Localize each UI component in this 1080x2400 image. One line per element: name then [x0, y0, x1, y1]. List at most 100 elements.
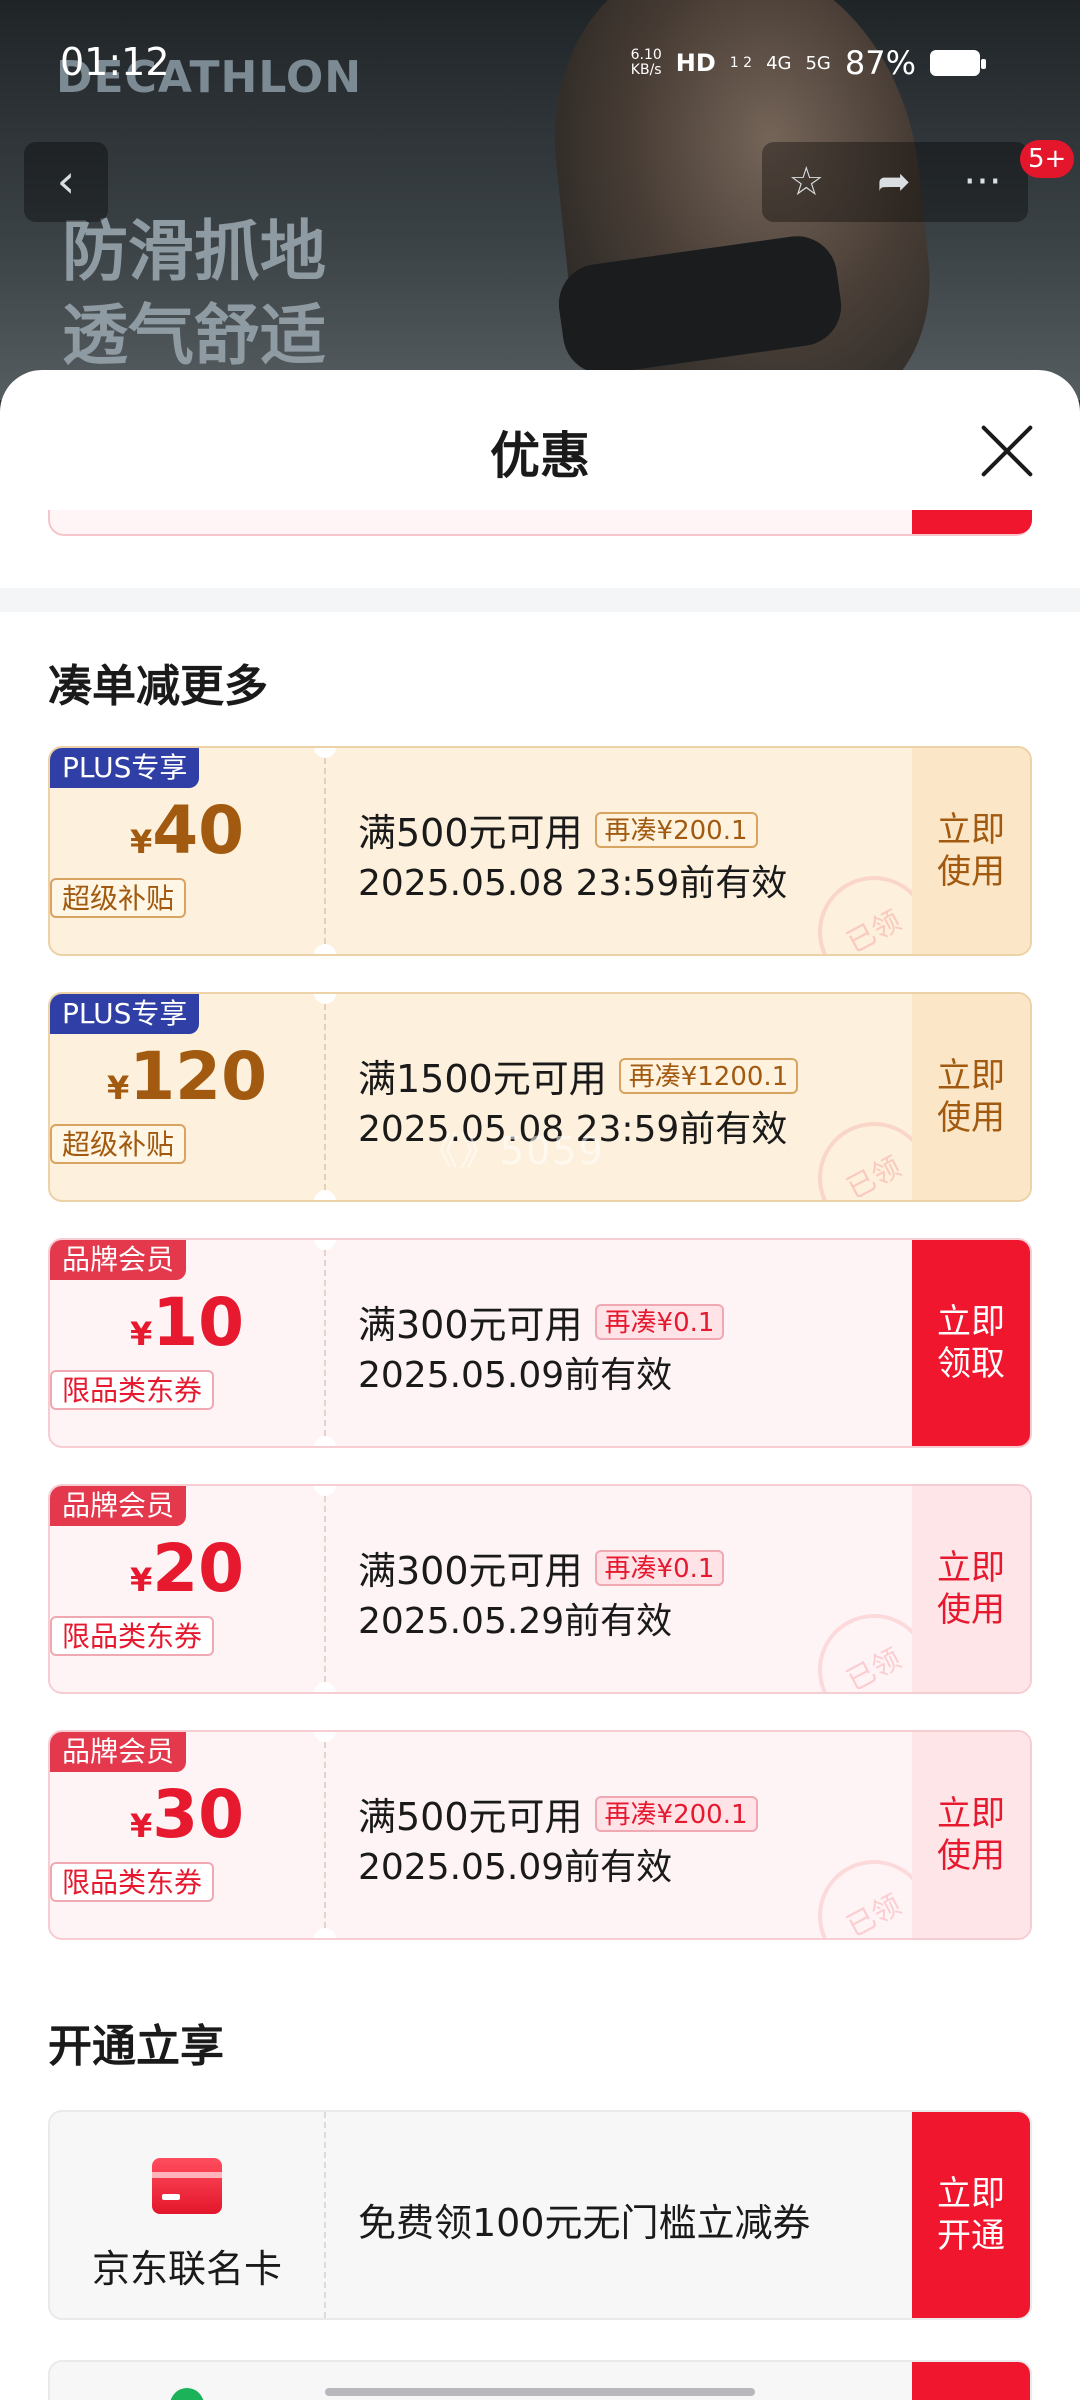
currency-symbol: ¥: [106, 1069, 130, 1107]
condition-text: 满500元可用: [358, 1795, 583, 1839]
action-label: 立即 使用: [937, 1794, 1005, 1876]
battery-icon: [930, 50, 986, 76]
coupon-notch: [314, 1486, 336, 1496]
coupon-card: PLUS专享 ¥40 超级补贴 满500元可用 再凑¥200.1 2025.05.…: [48, 746, 1032, 956]
battery-percent: 87%: [844, 44, 916, 82]
coupon-tag: PLUS专享: [50, 748, 200, 788]
discount-sheet: 优惠 凑单减更多 PLUS专享 ¥40 超级补贴 满500元可用 再凑¥200.1…: [0, 370, 1080, 2400]
action-label: 立即 使用: [937, 1548, 1005, 1630]
coupon-separator: [324, 994, 326, 1200]
signal-4g-icon: 4G: [766, 52, 792, 74]
coupon-notch: [314, 944, 336, 954]
hd-icon: HD: [675, 49, 716, 77]
needed-amount-badge: 再凑¥0.1: [594, 1303, 725, 1340]
coupon-card: 品牌会员 ¥30 限品类东券 满500元可用 再凑¥200.1 2025.05.0…: [48, 1730, 1032, 1940]
coupon-value: 30: [152, 1776, 245, 1853]
claim-now-button[interactable]: 立即 领取: [912, 1240, 1030, 1446]
coupon-validity: 2025.05.29前有效: [358, 1601, 673, 1642]
coupon-value: 120: [129, 1038, 268, 1115]
action-label: 立即 开通: [937, 2174, 1005, 2256]
top-actions: ☆ ➦ ···: [762, 142, 1028, 222]
coupon-card-partial: [48, 510, 1032, 536]
sheet-title: 优惠: [490, 427, 590, 485]
use-now-button[interactable]: 立即 使用: [912, 994, 1030, 1200]
section-title-more: 凑单减更多: [48, 661, 268, 712]
signal-5g-icon: 5G: [805, 52, 831, 74]
coupon-tag: 品牌会员: [50, 1486, 187, 1526]
currency-symbol: ¥: [129, 1561, 153, 1599]
close-button[interactable]: [978, 422, 1036, 480]
coupon-amount: ¥20: [50, 1530, 324, 1607]
action-label: 立即 领取: [937, 1302, 1005, 1384]
coupon-tag: PLUS专享: [50, 994, 200, 1034]
needed-amount-badge: 再凑¥1200.1: [618, 1057, 799, 1094]
coupon-condition: 满500元可用 再凑¥200.1: [358, 1786, 758, 1841]
condition-text: 满1500元可用: [358, 1057, 607, 1101]
coupon-condition: 满1500元可用 再凑¥1200.1: [358, 1048, 799, 1103]
status-bar: 01:12 6.10 KB/s HD 1 2 4G 5G 87%: [0, 0, 1080, 120]
condition-text: 满300元可用: [358, 1303, 583, 1347]
coupon-value: 10: [152, 1284, 245, 1361]
coupon-condition: 满300元可用 再凑¥0.1: [358, 1294, 725, 1349]
coupon-validity: 2025.05.09前有效: [358, 1847, 673, 1888]
share-icon[interactable]: ➦: [877, 159, 911, 205]
coupon-notch: [314, 1928, 336, 1938]
open-card-offer: 京东联名卡 免费领100元无门槛立减券 立即 开通: [48, 2110, 1032, 2320]
open-now-button[interactable]: 立即 开通: [912, 2112, 1030, 2318]
coupon-tag: 品牌会员: [50, 1240, 187, 1280]
network-speed-unit: KB/s: [630, 62, 662, 78]
coupon-value: 20: [152, 1530, 245, 1607]
needed-amount-badge: 再凑¥0.1: [594, 1549, 725, 1586]
favorite-icon[interactable]: ☆: [788, 159, 824, 205]
coupon-subtype: 超级补贴: [50, 1124, 187, 1164]
partial-action-button[interactable]: [912, 510, 1032, 534]
action-label: 立即 使用: [937, 810, 1005, 892]
coupon-notch: [314, 1190, 336, 1200]
slogan-line-2: 透气舒适: [62, 297, 326, 374]
coupon-condition: 满500元可用 再凑¥200.1: [358, 802, 758, 857]
home-indicator[interactable]: [325, 2388, 755, 2396]
coupon-separator: [324, 1486, 326, 1692]
coupon-separator: [324, 1240, 326, 1446]
coupon-notch: [314, 748, 336, 758]
coupon-separator: [324, 748, 326, 954]
network-speed-value: 6.10: [630, 47, 662, 63]
use-now-button[interactable]: 立即 使用: [912, 1486, 1030, 1692]
coupon-condition: 满300元可用 再凑¥0.1: [358, 1540, 725, 1595]
coupon-notch: [314, 1240, 336, 1250]
hd-sub: 1 2: [729, 55, 753, 71]
coupon-notch: [314, 994, 336, 1004]
message-badge: 5+: [1020, 140, 1075, 178]
use-now-button[interactable]: 立即 使用: [912, 1732, 1030, 1938]
more-icon[interactable]: ···: [963, 159, 1001, 205]
coupon-subtype: 限品类东券: [50, 1862, 215, 1902]
coupon-card: 品牌会员 ¥10 限品类东券 满300元可用 再凑¥0.1 2025.05.09前…: [48, 1238, 1032, 1448]
offer-description: 免费领100元无门槛立减券: [358, 2201, 811, 2245]
coupon-notch: [314, 1436, 336, 1446]
use-now-button[interactable]: 立即 使用: [912, 748, 1030, 954]
slogan-line-1: 防滑抓地: [62, 213, 326, 290]
partial-action-button[interactable]: [912, 2362, 1030, 2400]
network-speed: 6.10 KB/s: [631, 48, 662, 78]
wechat-icon: [170, 2388, 204, 2400]
coupon-validity: 2025.05.08 23:59前有效: [358, 863, 788, 904]
coupon-amount: ¥10: [50, 1284, 324, 1361]
coupon-notch: [314, 1682, 336, 1692]
card-separator: [324, 2112, 326, 2318]
section-title-open: 开通立享: [48, 2021, 224, 2072]
needed-amount-badge: 再凑¥200.1: [594, 811, 758, 848]
coupon-amount: ¥30: [50, 1776, 324, 1853]
back-button[interactable]: ‹: [24, 142, 108, 222]
back-icon: ‹: [56, 154, 76, 208]
offer-icon-area: 京东联名卡: [50, 2112, 324, 2318]
coupon-separator: [324, 1732, 326, 1938]
coupon-amount: ¥120: [50, 1038, 324, 1115]
coupon-subtype: 限品类东券: [50, 1370, 215, 1410]
needed-amount-badge: 再凑¥200.1: [594, 1795, 758, 1832]
coupon-subtype: 超级补贴: [50, 878, 187, 918]
currency-symbol: ¥: [129, 1315, 153, 1353]
condition-text: 满300元可用: [358, 1549, 583, 1593]
coupon-amount: ¥40: [50, 792, 324, 869]
offer-name: 京东联名卡: [91, 2247, 282, 2291]
hero-slogan: 防滑抓地 透气舒适: [62, 210, 326, 378]
